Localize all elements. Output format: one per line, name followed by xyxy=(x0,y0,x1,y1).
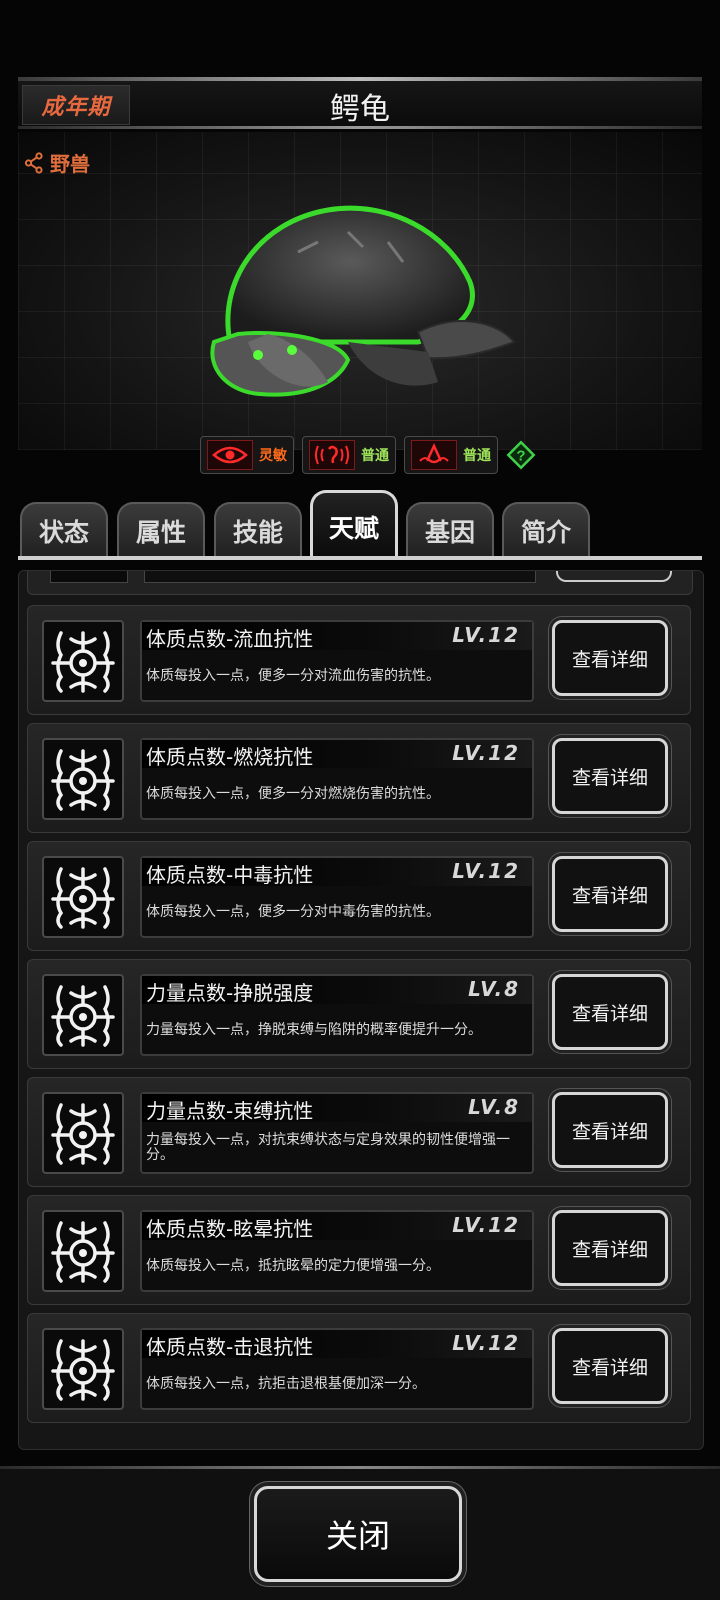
talent-info: 力量点数-挣脱强度 LV.8 力量每投入一点，挣脱束缚与陷阱的概率便提升一分。 xyxy=(140,974,534,1056)
talent-description: 体质每投入一点，便多一分对流血伤害的抗性。 xyxy=(146,667,440,684)
question-icon[interactable]: ? xyxy=(506,440,536,470)
talent-info: 体质点数-燃烧抗性 LV.12 体质每投入一点，便多一分对燃烧伤害的抗性。 xyxy=(140,738,534,820)
talent-name: 体质点数-中毒抗性 xyxy=(146,863,314,887)
talent-rune-icon xyxy=(42,738,124,820)
sense-hearing-label: 普通 xyxy=(361,448,389,464)
talent-info: 力量点数-束缚抗性 LV.8 力量每投入一点，对抗束缚状态与定身效果的韧性便增强… xyxy=(140,1092,534,1174)
talent-description: 体质每投入一点，便多一分对中毒伤害的抗性。 xyxy=(146,903,440,920)
talent-row-partial xyxy=(27,571,693,595)
sense-sight-label: 灵敏 xyxy=(259,448,287,464)
talent-row: 力量点数-挣脱强度 LV.8 力量每投入一点，挣脱束缚与陷阱的概率便提升一分。 … xyxy=(27,959,691,1069)
talent-info: 体质点数-眩晕抗性 LV.12 体质每投入一点，抵抗眩晕的定力便增强一分。 xyxy=(140,1210,534,1292)
talent-rune-icon xyxy=(42,974,124,1056)
talent-name: 力量点数-束缚抗性 xyxy=(146,1099,314,1123)
view-details-button[interactable]: 查看详细 xyxy=(552,856,668,932)
view-details-button[interactable]: 查看详细 xyxy=(552,1328,668,1404)
talent-info: 体质点数-流血抗性 LV.12 体质每投入一点，便多一分对流血伤害的抗性。 xyxy=(140,620,534,702)
creature-name: 鳄龟 xyxy=(330,92,390,127)
talent-row: 体质点数-中毒抗性 LV.12 体质每投入一点，便多一分对中毒伤害的抗性。 查看… xyxy=(27,841,691,951)
tab-status[interactable]: 状态 xyxy=(20,502,108,558)
talent-screen: 成年期 鳄龟 野兽 灵敏 普通 普通 ? 状态 属性 技能 天赋 基因 简介 体… xyxy=(0,0,720,1600)
talent-row: 体质点数-眩晕抗性 LV.12 体质每投入一点，抵抗眩晕的定力便增强一分。 查看… xyxy=(27,1195,691,1305)
creature-category: 野兽 xyxy=(24,148,90,177)
tab-intro[interactable]: 简介 xyxy=(502,502,590,558)
sense-sight[interactable]: 灵敏 xyxy=(200,436,294,474)
talent-name: 体质点数-眩晕抗性 xyxy=(146,1217,314,1241)
talent-rune-icon xyxy=(42,1328,124,1410)
nose-icon xyxy=(411,440,457,470)
talent-rune-icon xyxy=(42,1210,124,1292)
sense-smell[interactable]: 普通 xyxy=(404,436,498,474)
talent-description: 力量每投入一点，挣脱束缚与陷阱的概率便提升一分。 xyxy=(146,1021,482,1038)
share-icon xyxy=(24,151,43,174)
ear-icon xyxy=(309,440,355,470)
talent-rune-icon xyxy=(42,620,124,702)
talent-row: 体质点数-流血抗性 LV.12 体质每投入一点，便多一分对流血伤害的抗性。 查看… xyxy=(27,605,691,715)
talent-row: 体质点数-击退抗性 LV.12 体质每投入一点，抗拒击退根基便加深一分。 查看详… xyxy=(27,1313,691,1423)
view-details-button[interactable]: 查看详细 xyxy=(552,1092,668,1168)
talent-level: LV.12 xyxy=(452,741,520,765)
tab-skills[interactable]: 技能 xyxy=(214,502,302,558)
talent-name: 体质点数-击退抗性 xyxy=(146,1335,314,1359)
talent-level: LV.12 xyxy=(452,623,520,647)
sense-smell-label: 普通 xyxy=(463,448,491,464)
view-details-button[interactable]: 查看详细 xyxy=(552,738,668,814)
tab-underline xyxy=(18,556,702,560)
senses-bar: 灵敏 普通 普通 ? xyxy=(200,436,536,474)
tab-talents[interactable]: 天赋 xyxy=(310,490,398,560)
talent-rune-icon xyxy=(42,856,124,938)
talent-rune-icon xyxy=(42,1092,124,1174)
view-details-button[interactable]: 查看详细 xyxy=(552,1210,668,1286)
talent-info: 体质点数-击退抗性 LV.12 体质每投入一点，抗拒击退根基便加深一分。 xyxy=(140,1328,534,1410)
talent-name: 体质点数-燃烧抗性 xyxy=(146,745,314,769)
talent-level: LV.12 xyxy=(452,1331,520,1355)
tab-attributes[interactable]: 属性 xyxy=(117,502,205,558)
tab-genes[interactable]: 基因 xyxy=(406,502,494,558)
talent-name: 体质点数-流血抗性 xyxy=(146,627,314,651)
talent-level: LV.12 xyxy=(452,859,520,883)
view-details-button[interactable]: 查看详细 xyxy=(552,620,668,696)
talent-description: 体质每投入一点，抗拒击退根基便加深一分。 xyxy=(146,1375,426,1392)
talent-info: 体质点数-中毒抗性 LV.12 体质每投入一点，便多一分对中毒伤害的抗性。 xyxy=(140,856,534,938)
tab-bar: 状态 属性 技能 天赋 基因 简介 xyxy=(18,490,702,560)
svg-text:?: ? xyxy=(516,448,525,465)
talent-list[interactable]: 体质点数-流血抗性 LV.12 体质每投入一点，便多一分对流血伤害的抗性。 查看… xyxy=(18,570,704,1450)
talent-level: LV.8 xyxy=(468,1095,520,1119)
view-details-button[interactable]: 查看详细 xyxy=(552,974,668,1050)
talent-level: LV.12 xyxy=(452,1213,520,1237)
talent-row: 体质点数-燃烧抗性 LV.12 体质每投入一点，便多一分对燃烧伤害的抗性。 查看… xyxy=(27,723,691,833)
sense-hearing[interactable]: 普通 xyxy=(302,436,396,474)
close-button[interactable]: 关闭 xyxy=(254,1486,462,1582)
snapping-turtle-image xyxy=(210,205,516,397)
talent-name: 力量点数-挣脱强度 xyxy=(146,981,314,1005)
eye-icon xyxy=(207,440,253,470)
talent-description: 体质每投入一点，便多一分对燃烧伤害的抗性。 xyxy=(146,785,440,802)
talent-description: 力量每投入一点，对抗束缚状态与定身效果的韧性便增强一分。 xyxy=(146,1132,510,1163)
creature-category-label: 野兽 xyxy=(50,152,90,176)
talent-row: 力量点数-束缚抗性 LV.8 力量每投入一点，对抗束缚状态与定身效果的韧性便增强… xyxy=(27,1077,691,1187)
talent-description: 体质每投入一点，抵抗眩晕的定力便增强一分。 xyxy=(146,1257,440,1274)
talent-level: LV.8 xyxy=(468,977,520,1001)
